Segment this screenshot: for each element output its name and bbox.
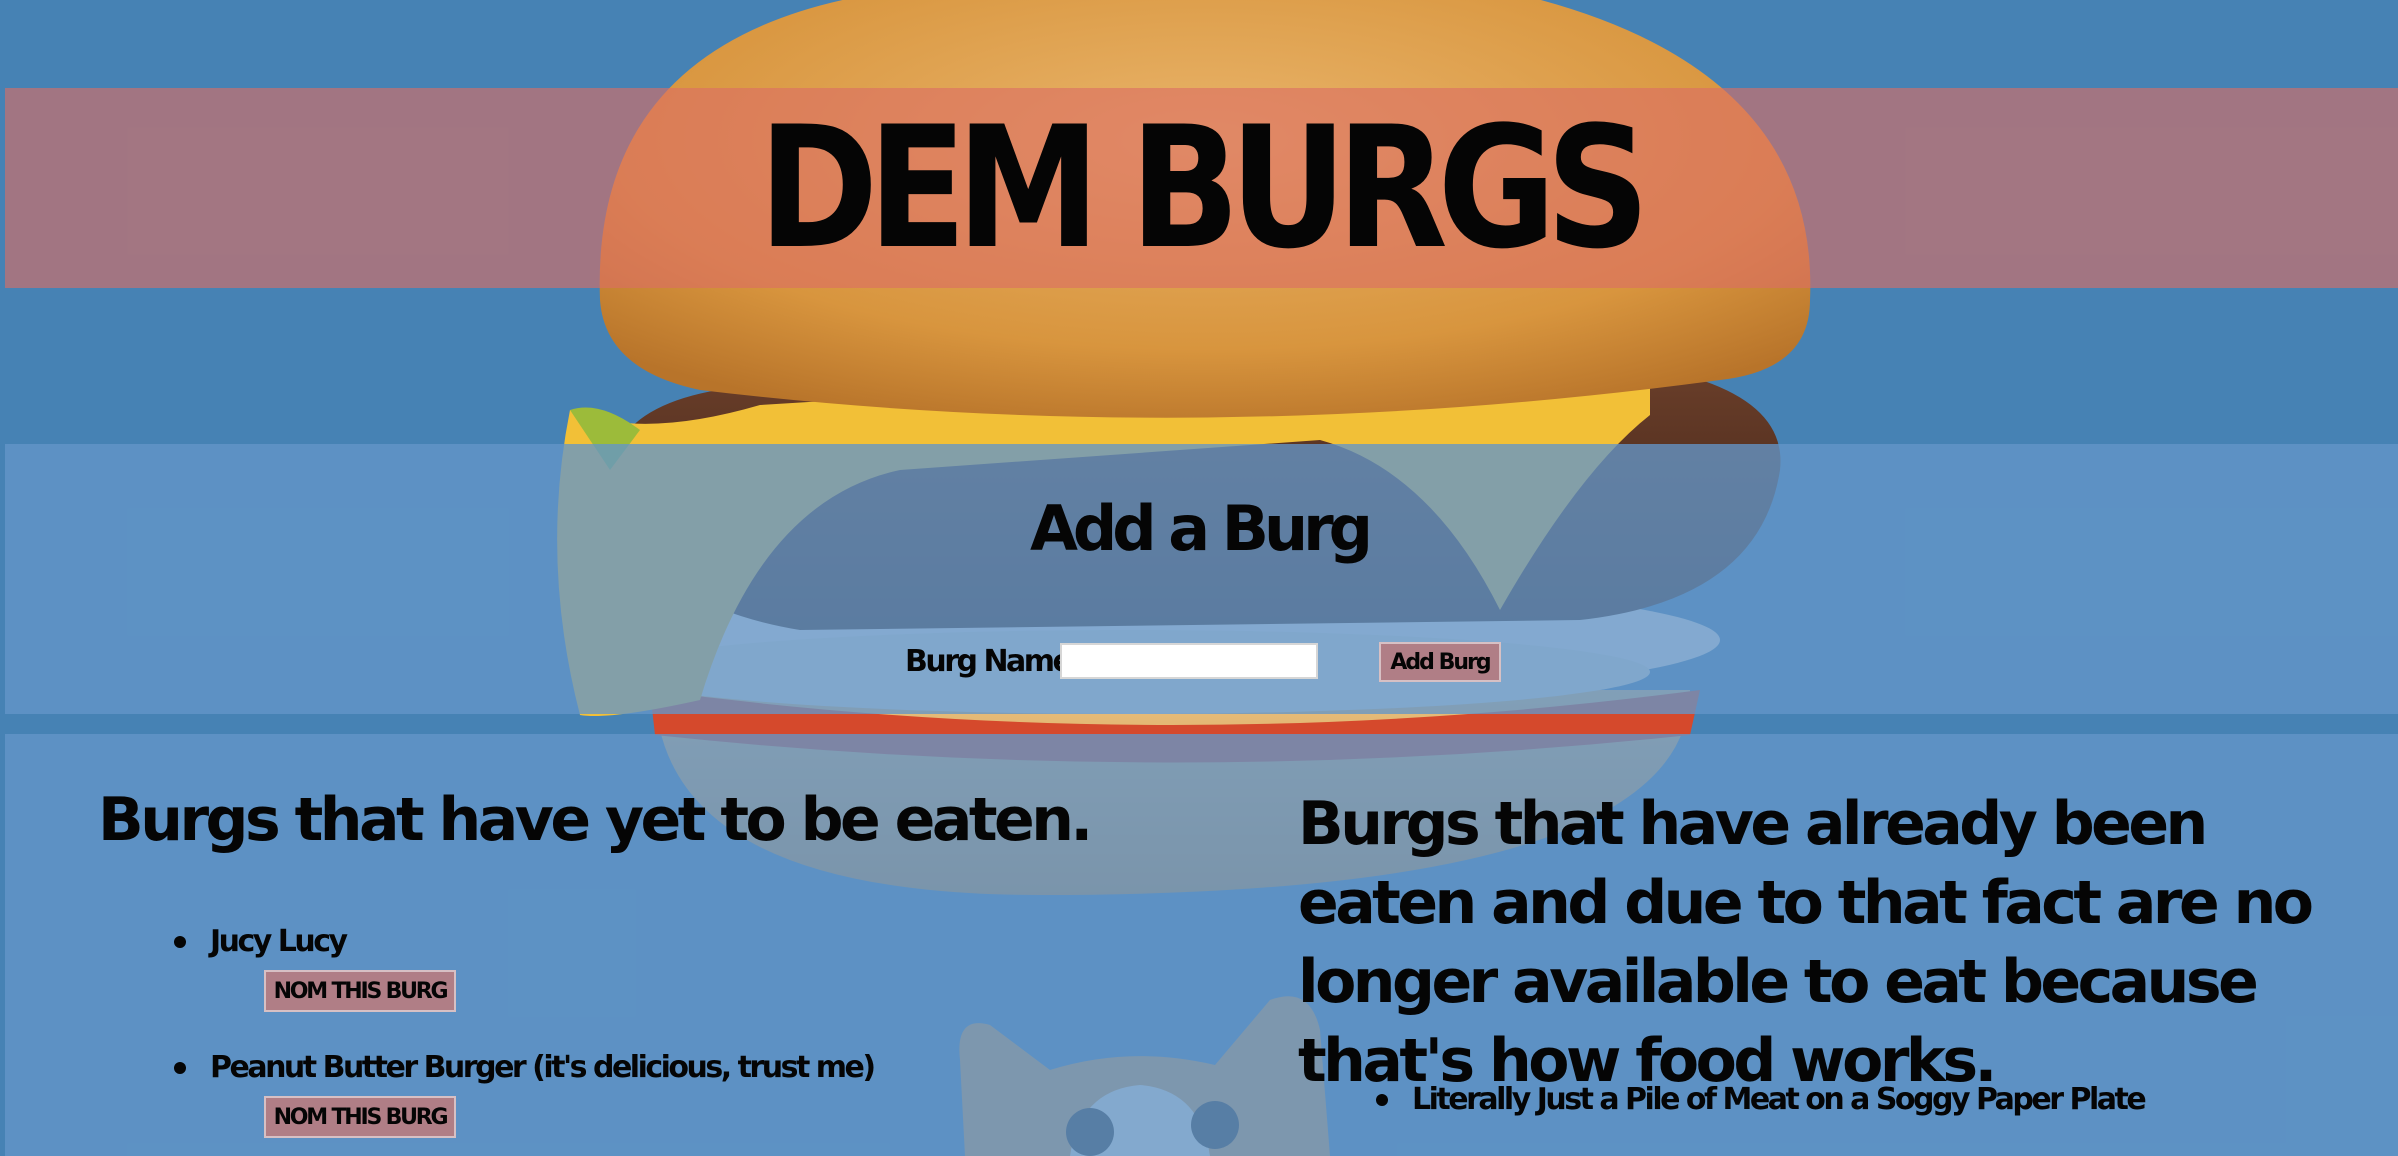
burg-name: Literally Just a Pile of Meat on a Soggy… [1412,1082,2147,1117]
list-item: Literally Just a Pile of Meat on a Soggy… [1376,1076,2147,1124]
add-burg-heading: Add a Burg [1029,492,1373,565]
eaten-burgs-list: Literally Just a Pile of Meat on a Soggy… [1376,1076,2147,1124]
add-burg-button[interactable]: Add Burg [1379,642,1501,682]
bullet-icon [1376,1094,1388,1106]
burg-name-label: Burg Name: [905,644,1082,679]
bullet-icon [174,936,186,948]
eaten-burgs-heading: Burgs that have already been eaten and d… [1298,789,2314,1096]
uneaten-burgs-heading: Burgs that have yet to be eaten. [98,785,1093,855]
nom-burg-button[interactable]: NOM THIS BURG [264,970,456,1012]
nom-burg-button[interactable]: NOM THIS BURG [264,1096,456,1138]
burg-name: Peanut Butter Burger (it's delicious, tr… [210,1050,876,1085]
bullet-icon [174,1062,186,1074]
list-item: Jucy Lucy NOM THIS BURG [174,918,874,1044]
site-title: DEM BURGS [758,90,1649,286]
list-item: Peanut Butter Burger (it's delicious, tr… [174,1044,876,1154]
uneaten-burgs-list: Jucy Lucy NOM THIS BURG Peanut Butter Bu… [174,918,876,1154]
burg-name: Jucy Lucy [210,924,348,959]
burg-name-input[interactable] [1060,643,1318,679]
